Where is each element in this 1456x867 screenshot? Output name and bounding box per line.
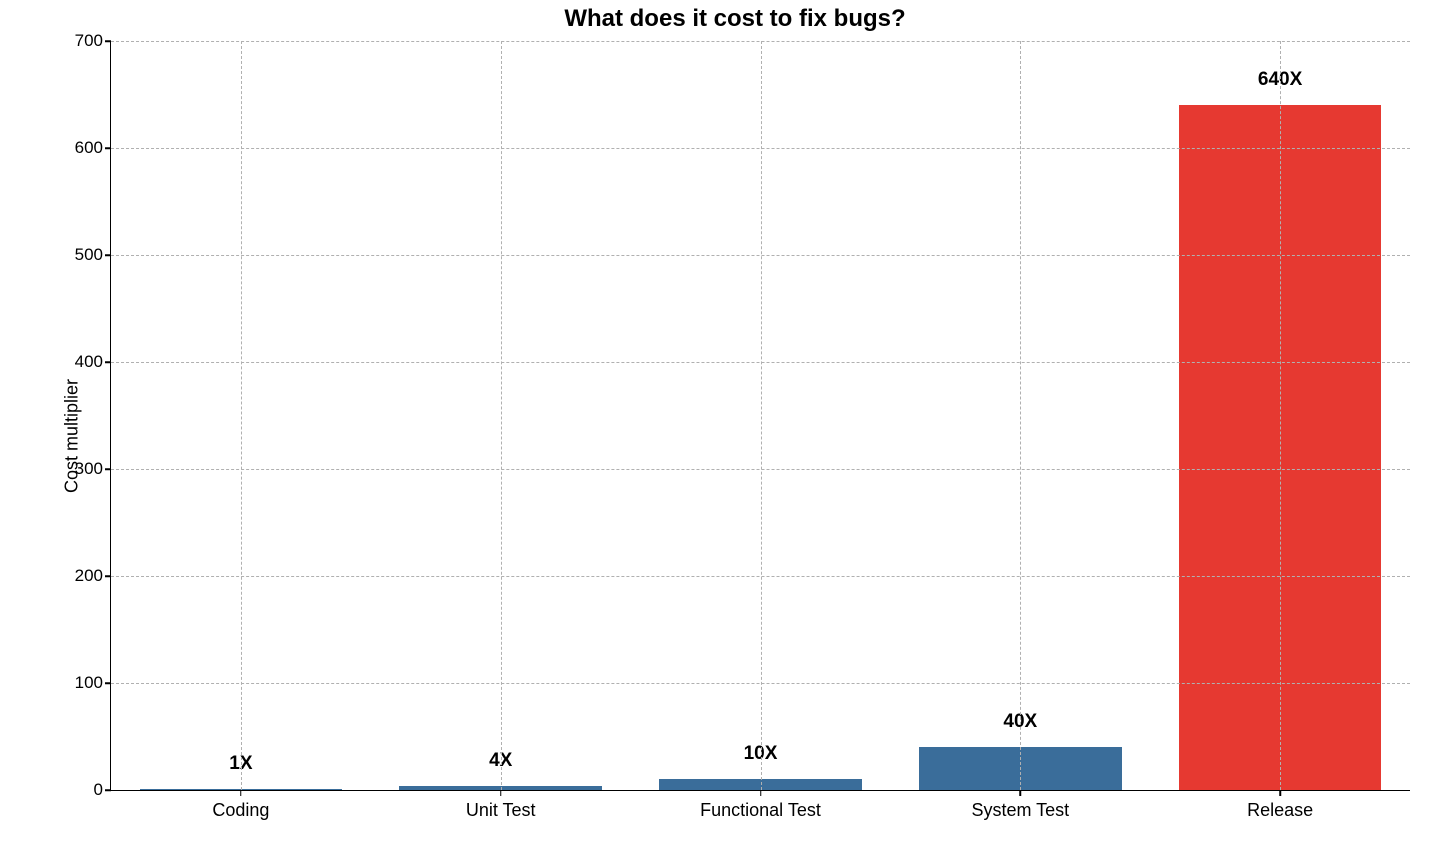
y-tick-label: 100 bbox=[75, 673, 103, 693]
y-tick-label: 200 bbox=[75, 566, 103, 586]
x-tick-label: Coding bbox=[212, 800, 269, 821]
y-tick-mark bbox=[105, 147, 111, 149]
chart-title: What does it cost to fix bugs? bbox=[50, 5, 1420, 33]
grid-line-vertical bbox=[1020, 41, 1021, 790]
bar-chart: What does it cost to fix bugs? Cost mult… bbox=[50, 5, 1420, 845]
y-tick-label: 400 bbox=[75, 352, 103, 372]
x-tick-mark bbox=[760, 790, 762, 796]
y-tick-label: 500 bbox=[75, 245, 103, 265]
plot-area: 1X4X10X40X640X 0100200300400500600700Cod… bbox=[110, 41, 1410, 791]
x-tick-label: Unit Test bbox=[466, 800, 536, 821]
grid-line-vertical bbox=[501, 41, 502, 790]
y-tick-label: 300 bbox=[75, 459, 103, 479]
x-tick-mark bbox=[240, 790, 242, 796]
grid-line-vertical bbox=[761, 41, 762, 790]
y-tick-mark bbox=[105, 682, 111, 684]
plot-wrapper: Cost multiplier 1X4X10X40X640X 010020030… bbox=[50, 41, 1420, 831]
x-tick-mark bbox=[500, 790, 502, 796]
y-tick-mark bbox=[105, 40, 111, 42]
x-tick-label: Functional Test bbox=[700, 800, 821, 821]
y-tick-label: 0 bbox=[94, 780, 103, 800]
y-tick-mark bbox=[105, 361, 111, 363]
y-tick-mark bbox=[105, 789, 111, 791]
x-tick-mark bbox=[1279, 790, 1281, 796]
x-tick-label: System Test bbox=[971, 800, 1069, 821]
y-tick-mark bbox=[105, 575, 111, 577]
y-tick-mark bbox=[105, 468, 111, 470]
y-tick-label: 600 bbox=[75, 138, 103, 158]
y-tick-label: 700 bbox=[75, 31, 103, 51]
y-tick-mark bbox=[105, 254, 111, 256]
x-tick-mark bbox=[1020, 790, 1022, 796]
x-tick-label: Release bbox=[1247, 800, 1313, 821]
grid-line-vertical bbox=[241, 41, 242, 790]
grid-line-vertical bbox=[1280, 41, 1281, 790]
